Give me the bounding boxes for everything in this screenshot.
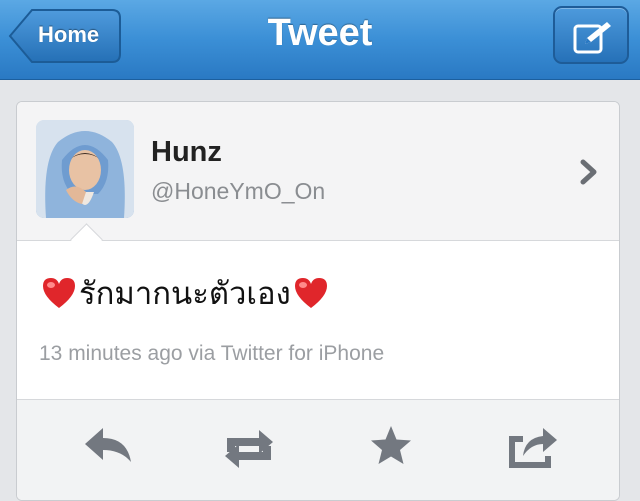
heart-emoji-icon — [294, 278, 327, 308]
chevron-right-icon[interactable] — [579, 158, 599, 186]
tweet-timestamp-source: 13 minutes ago via Twitter for iPhone — [39, 342, 385, 365]
profile-photo[interactable] — [36, 120, 134, 218]
compose-icon — [573, 22, 611, 54]
tweet-author-header[interactable]: Hunz @HoneYmO_On — [17, 102, 619, 241]
share-button[interactable] — [505, 422, 561, 470]
reply-button[interactable] — [81, 422, 137, 470]
page-title: Tweet — [267, 12, 373, 54]
author-handle[interactable]: @HoneYmO_On — [151, 178, 325, 205]
compose-button[interactable] — [553, 6, 629, 64]
reply-icon — [85, 428, 131, 462]
tweet-card: Hunz @HoneYmO_On รักมากนะตัวเอง 13 minut… — [16, 101, 620, 501]
navigation-bar: Home Tweet — [0, 0, 640, 80]
tweet-text: รักมากนะตัวเอง — [79, 276, 291, 311]
star-icon — [371, 426, 411, 464]
retweet-icon — [225, 430, 273, 468]
retweet-button[interactable] — [219, 422, 275, 470]
heart-emoji-icon — [43, 278, 75, 308]
favorite-button[interactable] — [367, 422, 423, 470]
avatar-illustration — [36, 120, 134, 218]
tweet-action-bar — [17, 399, 619, 500]
share-icon — [509, 428, 557, 468]
author-display-name[interactable]: Hunz — [151, 136, 222, 169]
tweet-body: รักมากนะตัวเอง — [41, 268, 329, 318]
